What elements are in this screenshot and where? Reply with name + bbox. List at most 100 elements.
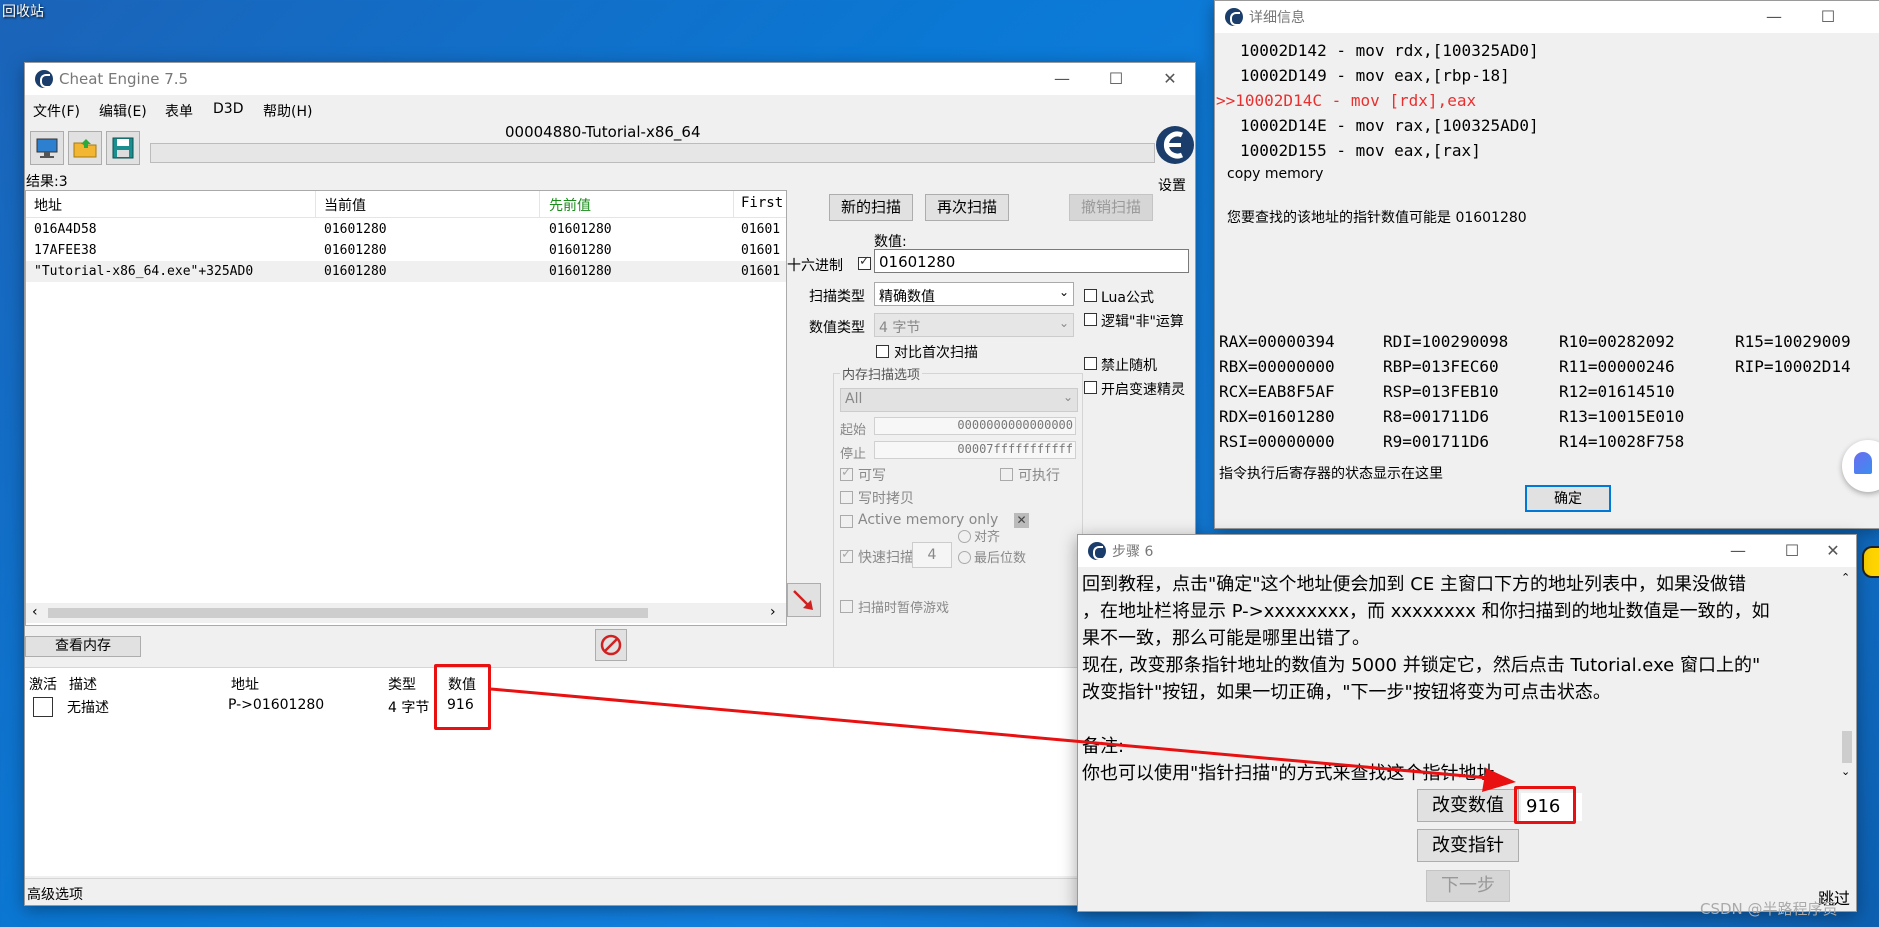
- view-memory-button[interactable]: 查看内存: [25, 636, 141, 657]
- value-type-value: 4 字节: [879, 320, 921, 336]
- ok-button[interactable]: 确定: [1525, 485, 1611, 512]
- row-current: 01601280: [324, 243, 387, 258]
- address-list[interactable]: 激活 描述 地址 类型 数值 无描述 P->01601280 4 字节 916: [25, 667, 1195, 876]
- new-scan-button[interactable]: 新的扫描: [829, 194, 913, 221]
- pointer-hint: 您要查找的该地址的指针数值可能是 01601280: [1227, 210, 1527, 226]
- stop-scan-button[interactable]: [595, 629, 627, 661]
- select-arrow-button[interactable]: [787, 583, 821, 617]
- scan-type-select[interactable]: 精确数值 ⌄: [874, 282, 1074, 306]
- compare-first-checkbox[interactable]: [876, 345, 889, 358]
- scroll-down-icon[interactable]: ⌄: [1841, 765, 1850, 778]
- row-address: "Tutorial-x86_64.exe"+325AD0: [34, 264, 254, 279]
- table-row-selected[interactable]: "Tutorial-x86_64.exe"+325AD0 01601280 01…: [26, 261, 786, 282]
- ce-logo-settings[interactable]: [1155, 123, 1195, 173]
- col-previous-value[interactable]: 先前值: [549, 195, 591, 215]
- list-description[interactable]: 无描述: [67, 697, 109, 717]
- speedhack-checkbox[interactable]: [1084, 381, 1097, 394]
- hex-checkbox[interactable]: [858, 254, 871, 270]
- close-icon[interactable]: ✕: [1806, 535, 1860, 567]
- pause-game-checkbox[interactable]: [840, 600, 853, 613]
- row-address: 17AFEE38: [34, 243, 97, 258]
- maximize-icon[interactable]: ☐: [1089, 63, 1143, 95]
- menu-d3d[interactable]: D3D: [213, 101, 243, 117]
- active-memory-checkbox[interactable]: [840, 515, 853, 528]
- col-current-value[interactable]: 当前值: [324, 195, 366, 215]
- col-description[interactable]: 描述: [69, 674, 97, 694]
- change-pointer-button[interactable]: 改变指针: [1417, 829, 1519, 862]
- instruction-line: 你也可以使用"指针扫描"的方式来查找这个指针地址。: [1082, 763, 1513, 781]
- scroll-left-icon[interactable]: ‹: [32, 604, 38, 620]
- open-process-button[interactable]: [30, 131, 64, 165]
- minimize-icon[interactable]: —: [1747, 1, 1801, 33]
- writable-checkbox[interactable]: [840, 465, 853, 481]
- advanced-options-label[interactable]: 高级选项: [27, 884, 83, 904]
- col-address[interactable]: 地址: [34, 195, 62, 215]
- chevron-down-icon: ⌄: [1062, 390, 1073, 404]
- menu-file[interactable]: 文件(F): [33, 101, 80, 121]
- instruction-line: 备注:: [1082, 736, 1125, 757]
- start-address-input[interactable]: 0000000000000000: [874, 417, 1076, 435]
- copy-memory-label[interactable]: copy memory: [1227, 166, 1323, 182]
- table-row[interactable]: 17AFEE38 01601280 01601280 01601: [26, 240, 786, 261]
- row-previous: 01601280: [549, 222, 612, 237]
- last-digits-radio[interactable]: [958, 551, 971, 564]
- col-active[interactable]: 激活: [29, 674, 57, 694]
- close-icon[interactable]: ✕: [1143, 63, 1197, 95]
- table-row[interactable]: 016A4D58 01601280 01601280 01601: [26, 219, 786, 240]
- logic-not-checkbox[interactable]: [1084, 313, 1097, 326]
- undo-scan-button[interactable]: 撤销扫描: [1069, 194, 1153, 221]
- maximize-icon[interactable]: ☐: [1801, 1, 1855, 33]
- value-input[interactable]: 01601280: [874, 249, 1189, 273]
- col-type[interactable]: 类型: [388, 674, 416, 694]
- advanced-options-bar[interactable]: 高级选项: [25, 878, 1195, 905]
- next-step-button[interactable]: 下一步: [1426, 870, 1510, 902]
- menu-help[interactable]: 帮助(H): [263, 101, 312, 121]
- change-value-button[interactable]: 改变数值: [1417, 789, 1519, 822]
- row-address: 016A4D58: [34, 222, 97, 237]
- recycle-bin-label[interactable]: 回收站: [2, 1, 44, 21]
- detail-title-bar[interactable]: 详细信息 — ☐: [1215, 1, 1879, 33]
- align-radio[interactable]: [958, 530, 971, 543]
- fast-scan-checkbox[interactable]: [840, 547, 853, 563]
- copy-on-write-checkbox[interactable]: [840, 491, 853, 504]
- scroll-right-icon[interactable]: ›: [770, 604, 776, 620]
- vertical-scrollbar[interactable]: ⌃ ⌄: [1838, 571, 1856, 781]
- cheat-engine-icon: [35, 70, 53, 88]
- col-first[interactable]: First: [741, 195, 783, 211]
- scan-results-list[interactable]: 地址 当前值 先前值 First 016A4D58 01601280 01601…: [25, 190, 787, 626]
- value-type-select[interactable]: 4 字节 ⌄: [874, 313, 1074, 337]
- horizontal-scrollbar[interactable]: ‹ ›: [26, 603, 786, 623]
- executable-checkbox[interactable]: [1000, 468, 1013, 481]
- ce-title-bar[interactable]: Cheat Engine 7.5 — ☐ ✕: [25, 63, 1195, 95]
- logic-not-label: 逻辑"非"运算: [1101, 314, 1184, 330]
- stop-address-input[interactable]: 00007fffffffffff: [874, 441, 1076, 459]
- row-current: 01601280: [324, 264, 387, 279]
- minimize-icon[interactable]: —: [1711, 535, 1765, 567]
- mem-region-select[interactable]: All ⌄: [840, 388, 1078, 412]
- scroll-up-icon[interactable]: ⌃: [1841, 571, 1850, 584]
- fast-scan-input[interactable]: 4: [912, 542, 952, 568]
- register: R10=00282092: [1559, 332, 1675, 351]
- col-list-address[interactable]: 地址: [231, 674, 259, 694]
- scroll-thumb[interactable]: [48, 608, 648, 618]
- next-scan-button[interactable]: 再次扫描: [925, 194, 1009, 221]
- list-type[interactable]: 4 字节: [388, 697, 429, 717]
- open-file-button[interactable]: [68, 131, 102, 165]
- list-address[interactable]: P->01601280: [228, 697, 324, 713]
- lua-formula-checkbox[interactable]: [1084, 289, 1097, 302]
- step-title-bar[interactable]: 步骤 6 — ☐ ✕: [1078, 535, 1856, 567]
- cheat-engine-logo-icon: [1156, 126, 1194, 164]
- settings-label[interactable]: 设置: [1158, 175, 1186, 195]
- close-x-icon[interactable]: ✕: [1014, 513, 1029, 528]
- active-checkbox[interactable]: [33, 697, 53, 717]
- minimize-icon[interactable]: —: [1035, 63, 1089, 95]
- code-line: 10002D155 - mov eax,[rax]: [1240, 141, 1481, 160]
- scroll-thumb[interactable]: [1842, 731, 1852, 763]
- instruction-line: 改变指针"按钮，如果一切正确，"下一步"按钮将变为可点击状态。: [1082, 682, 1611, 703]
- row-previous: 01601280: [549, 243, 612, 258]
- save-button[interactable]: [106, 131, 140, 165]
- menu-table[interactable]: 表单: [165, 101, 193, 121]
- no-random-checkbox[interactable]: [1084, 357, 1097, 370]
- menu-edit[interactable]: 编辑(E): [99, 101, 147, 121]
- register: RSI=00000000: [1219, 432, 1335, 451]
